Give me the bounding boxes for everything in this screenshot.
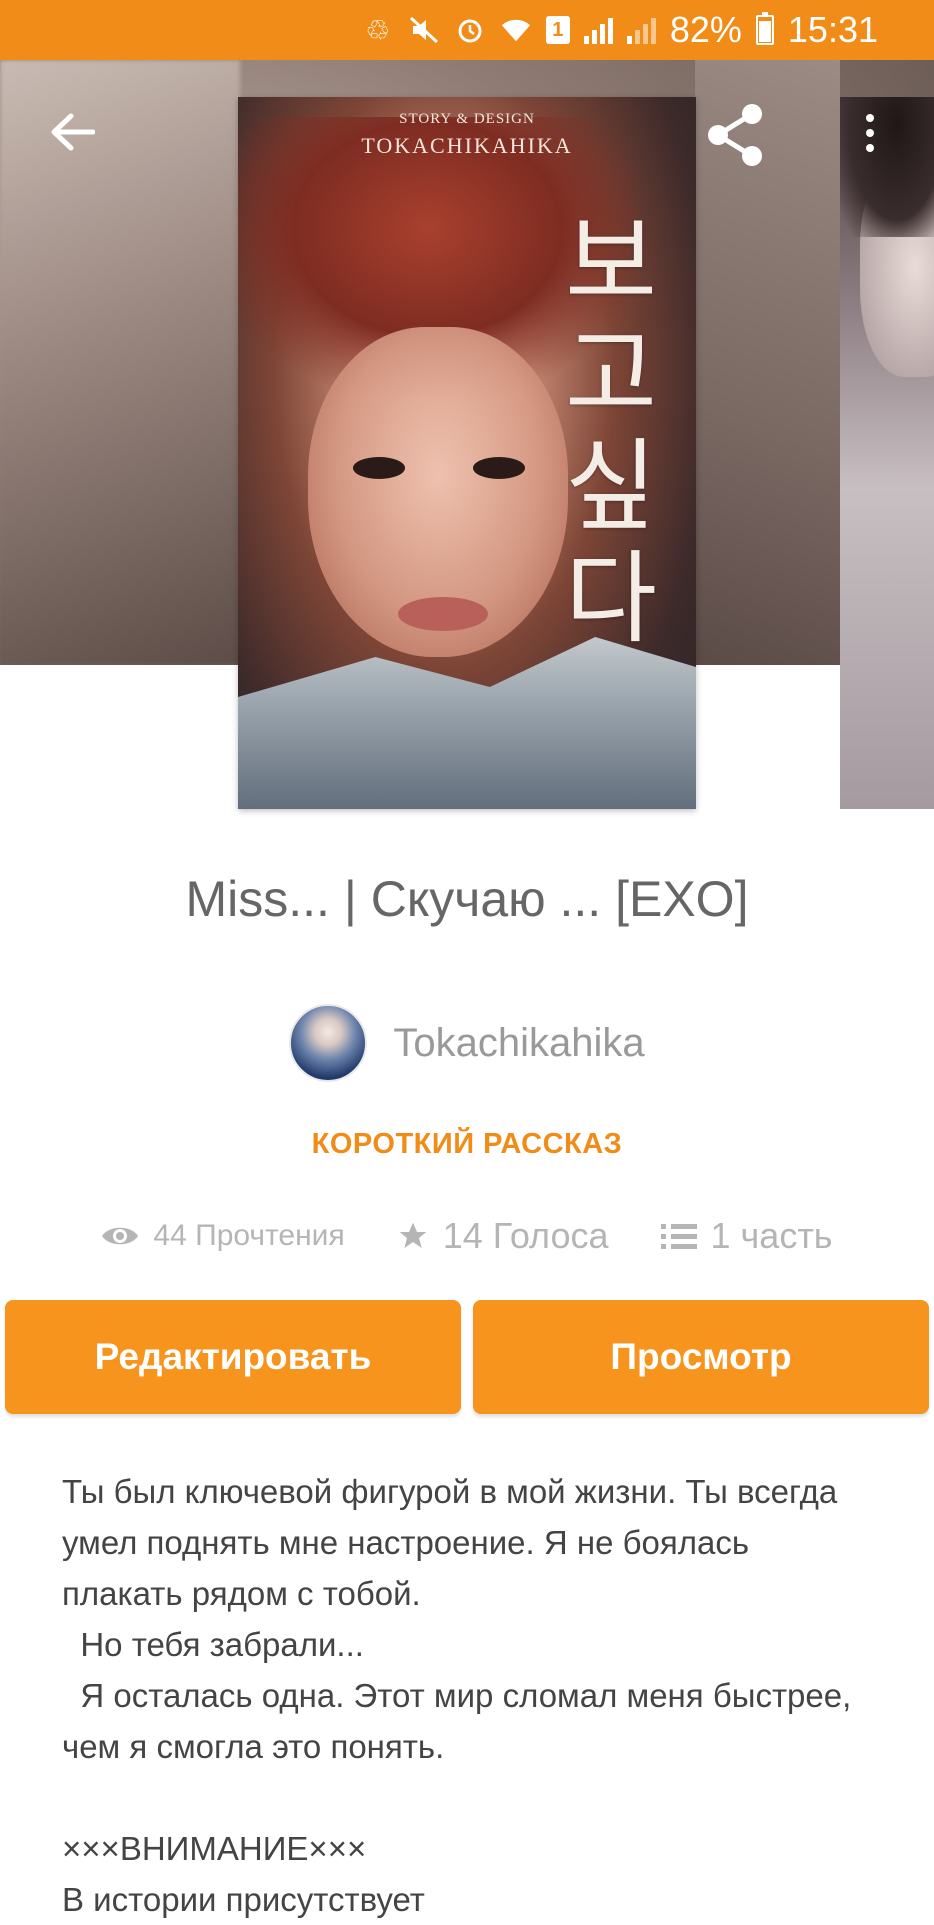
korean-char: 보 bbox=[565, 204, 657, 321]
signal-weak-icon bbox=[626, 16, 656, 44]
more-dot bbox=[866, 129, 874, 137]
action-buttons: Редактировать Просмотр bbox=[5, 1300, 929, 1414]
story-description: Ты был ключевой фигурой в мой жизни. Ты … bbox=[62, 1473, 852, 1918]
back-button[interactable] bbox=[48, 108, 96, 156]
cover-art-eye bbox=[353, 457, 405, 479]
story-cover[interactable]: STORY & DESIGN TOKACHIKAHIKA 보 고 싶 다 bbox=[238, 97, 696, 809]
edit-button[interactable]: Редактировать bbox=[5, 1300, 461, 1414]
story-stats: 44 Прочтения 14 Голоса 1 часть bbox=[0, 1208, 934, 1264]
star-icon bbox=[397, 1220, 429, 1252]
story-title: Miss... | Скучаю ... [EXO] bbox=[185, 871, 749, 927]
next-cover-peek[interactable] bbox=[840, 97, 934, 809]
battery-icon bbox=[755, 12, 774, 45]
korean-char: 고 bbox=[565, 316, 657, 433]
cover-art-eye bbox=[473, 457, 525, 479]
recycle-icon: ♲ bbox=[365, 14, 391, 46]
parts-count[interactable]: 1 часть bbox=[711, 1215, 833, 1257]
more-options-button[interactable] bbox=[855, 108, 885, 158]
korean-char: 다 bbox=[565, 540, 657, 657]
cover-credit-label: STORY & DESIGN bbox=[399, 111, 535, 127]
author-name[interactable]: Tokachikahika bbox=[393, 1021, 644, 1066]
status-bar: ♲ 1 82% 15:31 bbox=[0, 0, 934, 60]
more-dot bbox=[866, 144, 874, 152]
reads-count: 44 Прочтения bbox=[153, 1219, 345, 1252]
share-icon bbox=[708, 104, 762, 166]
story-category[interactable]: КОРОТКИЙ РАССКАЗ bbox=[0, 1128, 934, 1161]
signal-icon bbox=[583, 16, 613, 44]
share-button[interactable] bbox=[700, 100, 770, 170]
cover-korean-title: 보 고 싶 다 bbox=[556, 207, 666, 655]
more-dots-icon bbox=[866, 114, 874, 122]
cover-art-lips bbox=[398, 597, 488, 631]
mute-icon bbox=[408, 14, 440, 46]
cover-credit-name: TOKACHIKAHIKA bbox=[361, 133, 573, 158]
backdrop-blur-left bbox=[0, 60, 240, 665]
votes-count: 14 Голоса bbox=[442, 1215, 609, 1256]
stat-reads: 44 Прочтения bbox=[101, 1219, 345, 1253]
list-icon bbox=[660, 1223, 697, 1249]
sim-icon: 1 bbox=[545, 16, 570, 44]
view-button[interactable]: Просмотр bbox=[473, 1300, 929, 1414]
author-link[interactable]: Tokachikahika bbox=[0, 1003, 934, 1083]
korean-char: 싶 bbox=[565, 428, 657, 545]
alarm-icon bbox=[454, 14, 486, 46]
author-avatar[interactable] bbox=[289, 1004, 368, 1082]
eye-icon bbox=[101, 1223, 139, 1249]
arrow-left-icon bbox=[51, 113, 95, 151]
stat-votes: 14 Голоса bbox=[397, 1215, 609, 1257]
battery-percent: 82% bbox=[669, 9, 742, 50]
wifi-icon bbox=[500, 14, 532, 46]
stat-parts[interactable]: 1 часть bbox=[660, 1215, 833, 1257]
status-time: 15:31 bbox=[787, 9, 878, 50]
